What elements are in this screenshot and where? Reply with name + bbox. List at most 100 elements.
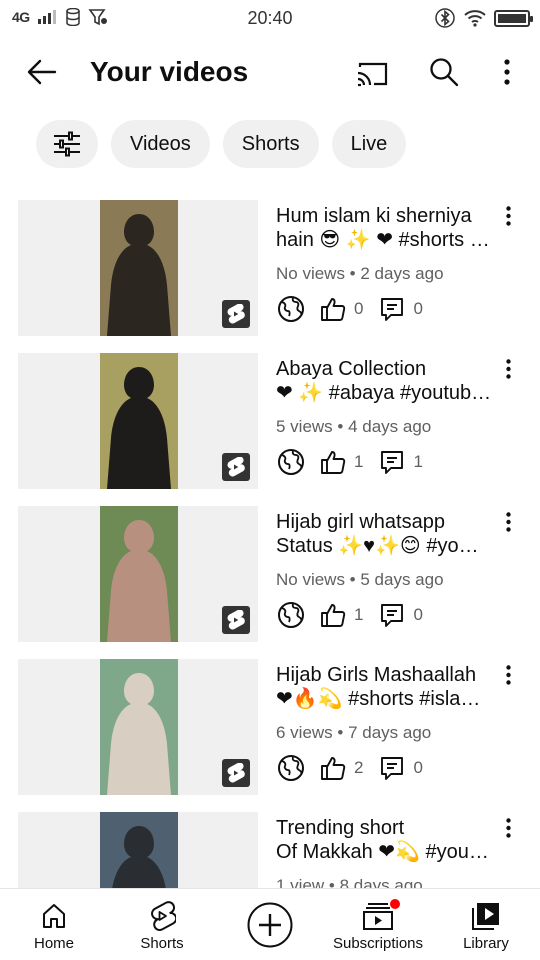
video-thumbnail[interactable] bbox=[18, 506, 258, 642]
bluetooth-icon bbox=[435, 8, 455, 28]
filter-chip[interactable] bbox=[36, 120, 98, 168]
nav-subscriptions[interactable]: Subscriptions bbox=[324, 889, 432, 960]
video-title-line-2: Status ✨♥✨😊 #yo… bbox=[276, 535, 479, 557]
nav-create[interactable] bbox=[216, 889, 324, 960]
nav-shorts-label: Shorts bbox=[140, 935, 184, 952]
video-title-line-1: Trending short bbox=[276, 817, 405, 839]
video-title[interactable]: Abaya Collection ❤ ✨ #abaya #youtub… bbox=[276, 357, 498, 405]
chip-shorts[interactable]: Shorts bbox=[222, 120, 319, 168]
video-meta: No views • 2 days ago bbox=[276, 264, 444, 283]
cast-icon bbox=[357, 62, 388, 87]
shorts-badge bbox=[222, 759, 250, 787]
video-title[interactable]: Trending short Of Makkah ❤💫 #you… bbox=[276, 816, 498, 864]
video-title[interactable]: Hijab girl whatsapp Status ✨♥✨😊 #yo… bbox=[276, 510, 498, 558]
cast-button[interactable] bbox=[352, 56, 392, 92]
wifi-icon bbox=[464, 10, 486, 27]
nav-shorts[interactable]: Shorts bbox=[108, 889, 216, 960]
battery-icon bbox=[494, 9, 533, 27]
video-title[interactable]: Hum islam ki sherniya hain 😎 ✨ ❤ #shorts… bbox=[276, 204, 498, 252]
video-more-button[interactable] bbox=[496, 661, 520, 689]
video-more-button[interactable] bbox=[496, 202, 520, 230]
filter-chips: Videos Shorts Live bbox=[36, 120, 407, 168]
page-title: Your videos bbox=[90, 56, 249, 87]
shorts-badge-icon bbox=[227, 610, 245, 630]
video-title-line-2: hain 😎 ✨ ❤ #shorts … bbox=[276, 229, 490, 251]
globe-icon bbox=[276, 600, 306, 630]
back-button[interactable] bbox=[22, 54, 62, 90]
comment-count: 0 bbox=[413, 758, 423, 777]
notification-dot bbox=[390, 899, 400, 909]
thumbnail-image bbox=[100, 200, 178, 336]
chip-live[interactable]: Live bbox=[331, 120, 407, 168]
shorts-badge bbox=[222, 300, 250, 328]
video-meta: 6 views • 7 days ago bbox=[276, 723, 432, 742]
video-meta: No views • 5 days ago bbox=[276, 570, 444, 589]
video-row[interactable]: Hijab Girls Mashaallah ❤🔥💫 #shorts #isla… bbox=[0, 659, 540, 799]
more-vertical-icon bbox=[505, 512, 511, 532]
more-vertical-icon bbox=[505, 818, 511, 838]
like-count: 2 bbox=[354, 758, 364, 777]
back-arrow-icon bbox=[27, 59, 57, 85]
nav-home-label: Home bbox=[33, 935, 74, 952]
video-more-button[interactable] bbox=[496, 508, 520, 536]
like-count: 1 bbox=[354, 452, 364, 471]
video-title-line-1: Hum islam ki sherniya bbox=[276, 205, 472, 227]
video-stats: 0 0 bbox=[276, 294, 423, 324]
more-vertical-icon bbox=[505, 359, 511, 379]
video-meta: 5 views • 4 days ago bbox=[276, 417, 432, 436]
nav-library-label: Library bbox=[463, 935, 509, 952]
search-icon bbox=[430, 58, 459, 87]
comment-count: 0 bbox=[413, 605, 423, 624]
comment-icon bbox=[377, 294, 407, 324]
search-button[interactable] bbox=[424, 54, 464, 90]
video-list: Hum islam ki sherniya hain 😎 ✨ ❤ #shorts… bbox=[0, 200, 540, 888]
video-title-line-2: Of Makkah ❤💫 #you… bbox=[276, 841, 489, 863]
video-row[interactable]: Abaya Collection ❤ ✨ #abaya #youtub… 5 v… bbox=[0, 353, 540, 493]
shorts-badge bbox=[222, 606, 250, 634]
video-meta: 1 view • 8 days ago bbox=[276, 876, 423, 888]
globe-icon bbox=[276, 753, 306, 783]
like-icon bbox=[318, 294, 348, 324]
shorts-icon bbox=[151, 901, 176, 931]
shorts-badge-icon bbox=[227, 457, 245, 477]
globe-icon bbox=[276, 294, 306, 324]
video-thumbnail[interactable] bbox=[18, 812, 258, 888]
more-options-button[interactable] bbox=[490, 54, 524, 90]
video-row[interactable]: Trending short Of Makkah ❤💫 #you… 1 view… bbox=[0, 812, 540, 888]
like-icon bbox=[318, 447, 348, 477]
comment-count: 0 bbox=[413, 299, 423, 318]
thumbnail-image bbox=[100, 506, 178, 642]
video-thumbnail[interactable] bbox=[18, 200, 258, 336]
bottom-navigation: Home Shorts Subscriptions Library bbox=[0, 888, 540, 960]
nav-library[interactable]: Library bbox=[432, 889, 540, 960]
library-icon bbox=[472, 903, 499, 930]
shorts-badge bbox=[222, 453, 250, 481]
video-title-line-1: Abaya Collection bbox=[276, 358, 427, 380]
more-vertical-icon bbox=[504, 59, 510, 85]
chip-videos[interactable]: Videos bbox=[111, 120, 210, 168]
video-title-line-2: ❤🔥💫 #shorts #isla… bbox=[276, 688, 481, 710]
home-icon bbox=[43, 904, 65, 928]
thumbnail-image bbox=[100, 353, 178, 489]
like-count: 0 bbox=[354, 299, 364, 318]
nav-subscriptions-label: Subscriptions bbox=[332, 935, 424, 952]
like-count: 1 bbox=[354, 605, 364, 624]
video-more-button[interactable] bbox=[496, 814, 520, 842]
video-title[interactable]: Hijab Girls Mashaallah ❤🔥💫 #shorts #isla… bbox=[276, 663, 498, 711]
comment-count: 1 bbox=[413, 452, 423, 471]
video-thumbnail[interactable] bbox=[18, 659, 258, 795]
video-row[interactable]: Hijab girl whatsapp Status ✨♥✨😊 #yo… No … bbox=[0, 506, 540, 646]
subscriptions-icon bbox=[363, 903, 393, 930]
video-more-button[interactable] bbox=[496, 355, 520, 383]
video-stats: 1 0 bbox=[276, 600, 423, 630]
video-title-line-2: ❤ ✨ #abaya #youtub… bbox=[276, 382, 492, 404]
app-header: Your videos bbox=[0, 44, 540, 100]
thumbnail-image bbox=[100, 659, 178, 795]
shorts-badge-icon bbox=[227, 304, 245, 324]
globe-icon bbox=[276, 447, 306, 477]
video-stats: 2 0 bbox=[276, 753, 423, 783]
video-thumbnail[interactable] bbox=[18, 353, 258, 489]
video-title-line-1: Hijab Girls Mashaallah bbox=[276, 664, 477, 686]
video-row[interactable]: Hum islam ki sherniya hain 😎 ✨ ❤ #shorts… bbox=[0, 200, 540, 340]
nav-home[interactable]: Home bbox=[0, 889, 108, 960]
